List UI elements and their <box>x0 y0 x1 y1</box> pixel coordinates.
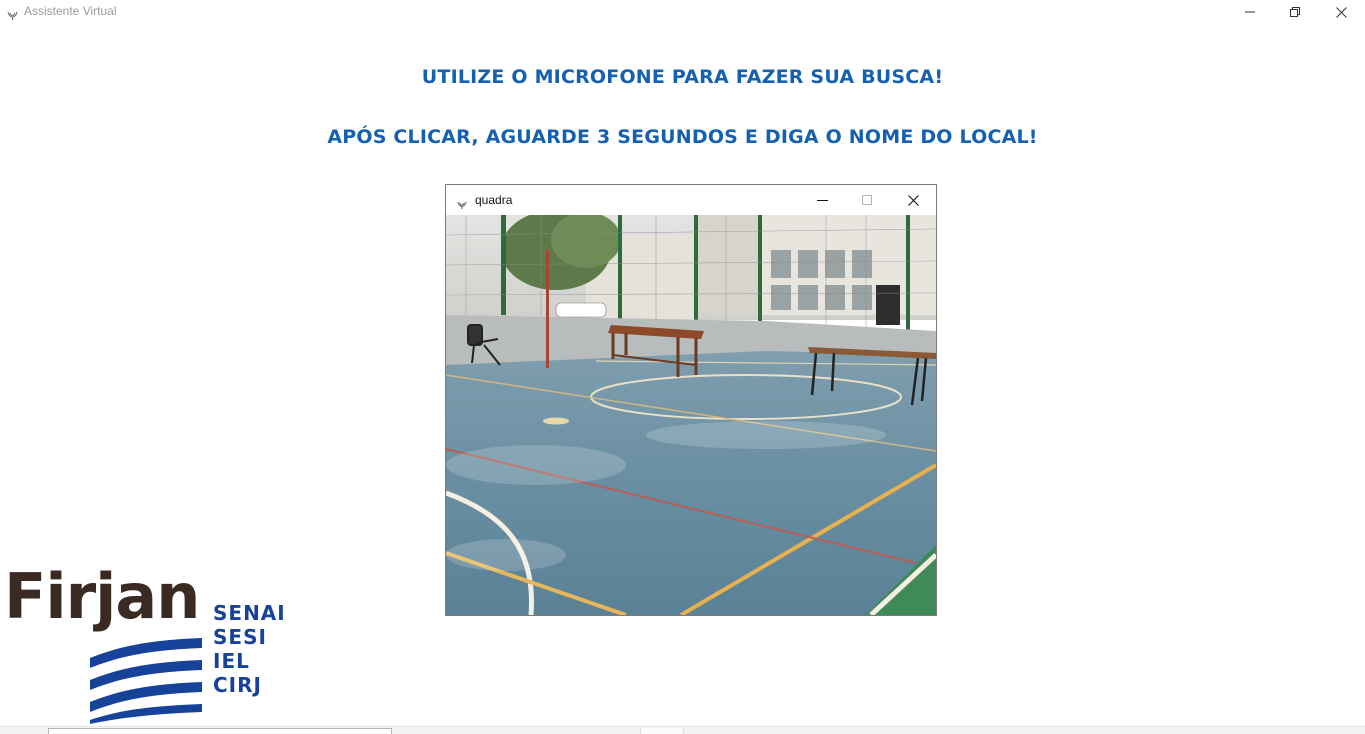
logo-entity-cirj: CIRJ <box>213 673 262 697</box>
maximize-icon <box>862 195 872 205</box>
logo-entity-iel: IEL <box>213 649 250 673</box>
firjan-logo: Firjan SENAI SESI IEL CIRJ <box>0 560 300 730</box>
image-window-titlebar[interactable]: quadra <box>446 185 936 215</box>
close-icon <box>907 194 919 206</box>
instruction-heading: UTILIZE O MICROFONE PARA FAZER SUA BUSCA… <box>421 66 944 88</box>
minimize-icon <box>1245 11 1255 13</box>
image-window-close-button[interactable] <box>890 185 936 215</box>
taskbar-search-field[interactable] <box>48 728 392 734</box>
instruction-subheading: APÓS CLICAR, AGUARDE 3 SEGUNDOS E DIGA O… <box>327 126 1038 148</box>
image-window-minimize-button[interactable] <box>799 185 845 215</box>
logo-wordmark: Firjan <box>4 560 200 633</box>
taskbar-segment[interactable] <box>640 728 684 734</box>
image-window-title: quadra <box>475 193 513 207</box>
restore-button[interactable] <box>1272 0 1318 24</box>
logo-waves-icon <box>90 638 202 724</box>
logo-entities: SENAI SESI IEL CIRJ <box>213 601 286 697</box>
window-titlebar[interactable]: Assistente Virtual <box>0 0 1365 24</box>
window-title: Assistente Virtual <box>24 4 117 18</box>
logo-entity-sesi: SESI <box>213 625 267 649</box>
app-icon <box>7 6 18 20</box>
close-icon <box>1335 6 1347 18</box>
image-window[interactable]: quadra <box>445 184 937 616</box>
close-button[interactable] <box>1318 0 1364 24</box>
logo-entity-senai: SENAI <box>213 601 286 625</box>
restore-icon <box>1290 7 1300 17</box>
minimize-button[interactable] <box>1227 0 1273 24</box>
minimize-icon <box>816 199 828 201</box>
app-icon <box>457 195 467 210</box>
image-window-maximize-button[interactable] <box>844 185 890 215</box>
court-photo <box>446 215 936 615</box>
